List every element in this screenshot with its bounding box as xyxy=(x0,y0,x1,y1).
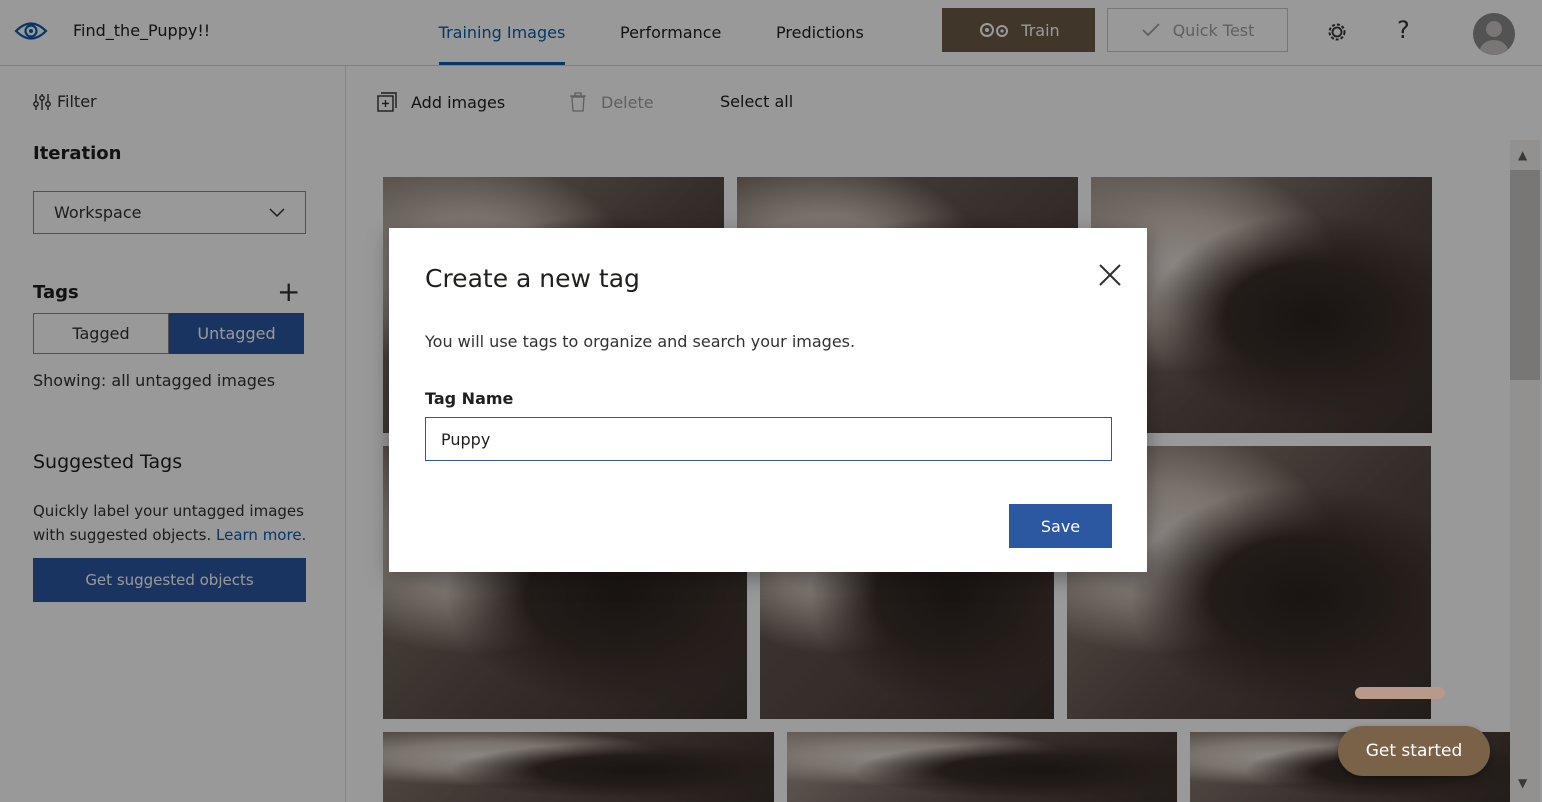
close-icon[interactable] xyxy=(1095,260,1125,290)
tag-name-input[interactable] xyxy=(425,417,1112,461)
save-button[interactable]: Save xyxy=(1009,504,1112,548)
tag-name-label: Tag Name xyxy=(425,389,514,408)
get-started-button[interactable]: Get started xyxy=(1338,726,1490,776)
create-tag-dialog: Create a new tag You will use tags to or… xyxy=(389,228,1147,572)
dialog-description: You will use tags to organize and search… xyxy=(425,332,856,351)
progress-pill xyxy=(1355,687,1445,699)
dialog-title: Create a new tag xyxy=(425,264,640,293)
